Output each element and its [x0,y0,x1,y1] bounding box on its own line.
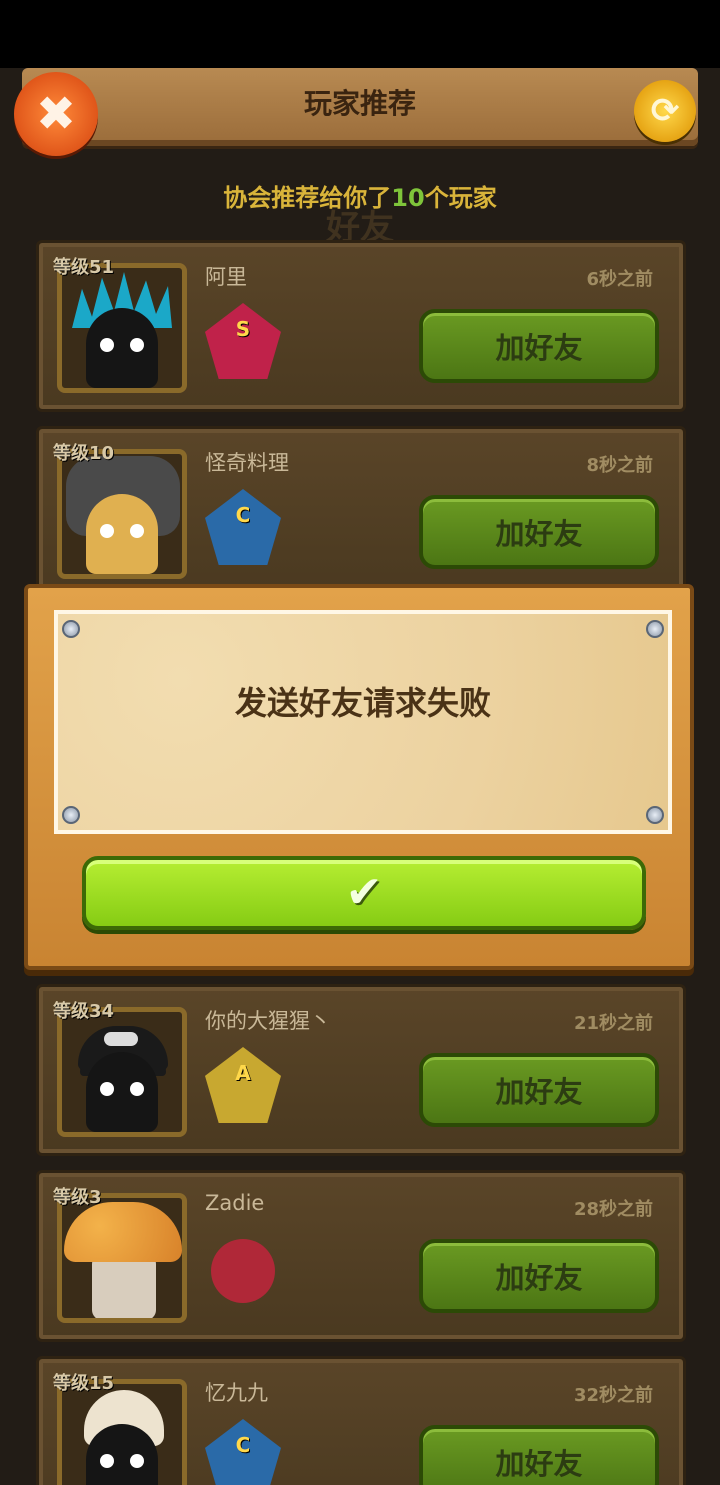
player-level: 等级3 [53,1187,102,1208]
player-row: 等级15 忆九九 32秒之前 C 加好友 [36,1356,686,1485]
player-level: 等级10 [53,443,115,464]
player-name: 怪奇料理 [205,451,289,475]
avatar[interactable] [57,449,187,579]
pin-icon [62,806,80,824]
add-friend-button[interactable]: 加好友 [419,309,659,383]
avatar-face [86,494,158,574]
player-level: 等级51 [53,257,115,278]
rank-badge-icon [211,1239,275,1303]
player-name: 忆九九 [205,1381,268,1405]
avatar-mushroom-cap [64,1202,182,1262]
avatar[interactable] [57,1007,187,1137]
rank-badge-icon: A [205,1047,281,1123]
error-dialog: 发送好友请求失败 ✔ [24,584,694,970]
player-row: 等级34 你的大猩猩丶 21秒之前 A 加好友 [36,984,686,1156]
rank-letter: C [235,503,251,527]
avatar-body [92,1254,156,1318]
pin-icon [646,620,664,638]
pin-icon [646,806,664,824]
header-bar: 玩家推荐 [22,68,698,146]
player-name: 阿里 [205,265,247,289]
avatar[interactable] [57,263,187,393]
refresh-button[interactable]: ⟳ [634,80,696,142]
dialog-message: 发送好友请求失败 [234,684,491,722]
player-row: 等级10 怪奇料理 8秒之前 C 加好友 [36,426,686,598]
player-time: 6秒之前 [586,269,653,290]
avatar[interactable] [57,1193,187,1323]
player-time: 28秒之前 [573,1199,653,1220]
pin-icon [62,620,80,638]
page-title: 玩家推荐 [303,87,416,120]
rank-letter: S [235,317,251,341]
rank-badge-icon: S [205,303,281,379]
add-friend-button[interactable]: 加好友 [419,1053,659,1127]
status-bar [0,0,720,68]
add-friend-button[interactable]: 加好友 [419,1425,659,1485]
player-row: 等级3 Zadie 28秒之前 加好友 [36,1170,686,1342]
player-level: 等级34 [53,1001,115,1022]
player-name: 你的大猩猩丶 [205,1009,331,1033]
player-row: 等级51 阿里 6秒之前 S 加好友 [36,240,686,412]
dialog-message-panel: 发送好友请求失败 [54,610,672,834]
refresh-icon: ⟳ [650,91,680,131]
rank-badge-icon: C [205,1419,281,1485]
add-friend-button[interactable]: 加好友 [419,495,659,569]
rank-badge-icon: C [205,489,281,565]
avatar-face [86,1052,158,1132]
player-time: 21秒之前 [573,1013,653,1034]
close-icon: ✖ [35,86,77,142]
avatar-face [86,308,158,388]
checkmark-icon: ✔ [345,867,383,918]
rank-letter: C [235,1433,251,1457]
rank-letter: A [235,1061,251,1085]
close-button[interactable]: ✖ [14,72,98,156]
player-time: 8秒之前 [586,455,653,476]
confirm-button[interactable]: ✔ [82,856,646,930]
player-name: Zadie [205,1191,265,1215]
player-time: 32秒之前 [573,1385,653,1406]
add-friend-button[interactable]: 加好友 [419,1239,659,1313]
player-level: 等级15 [53,1373,115,1394]
